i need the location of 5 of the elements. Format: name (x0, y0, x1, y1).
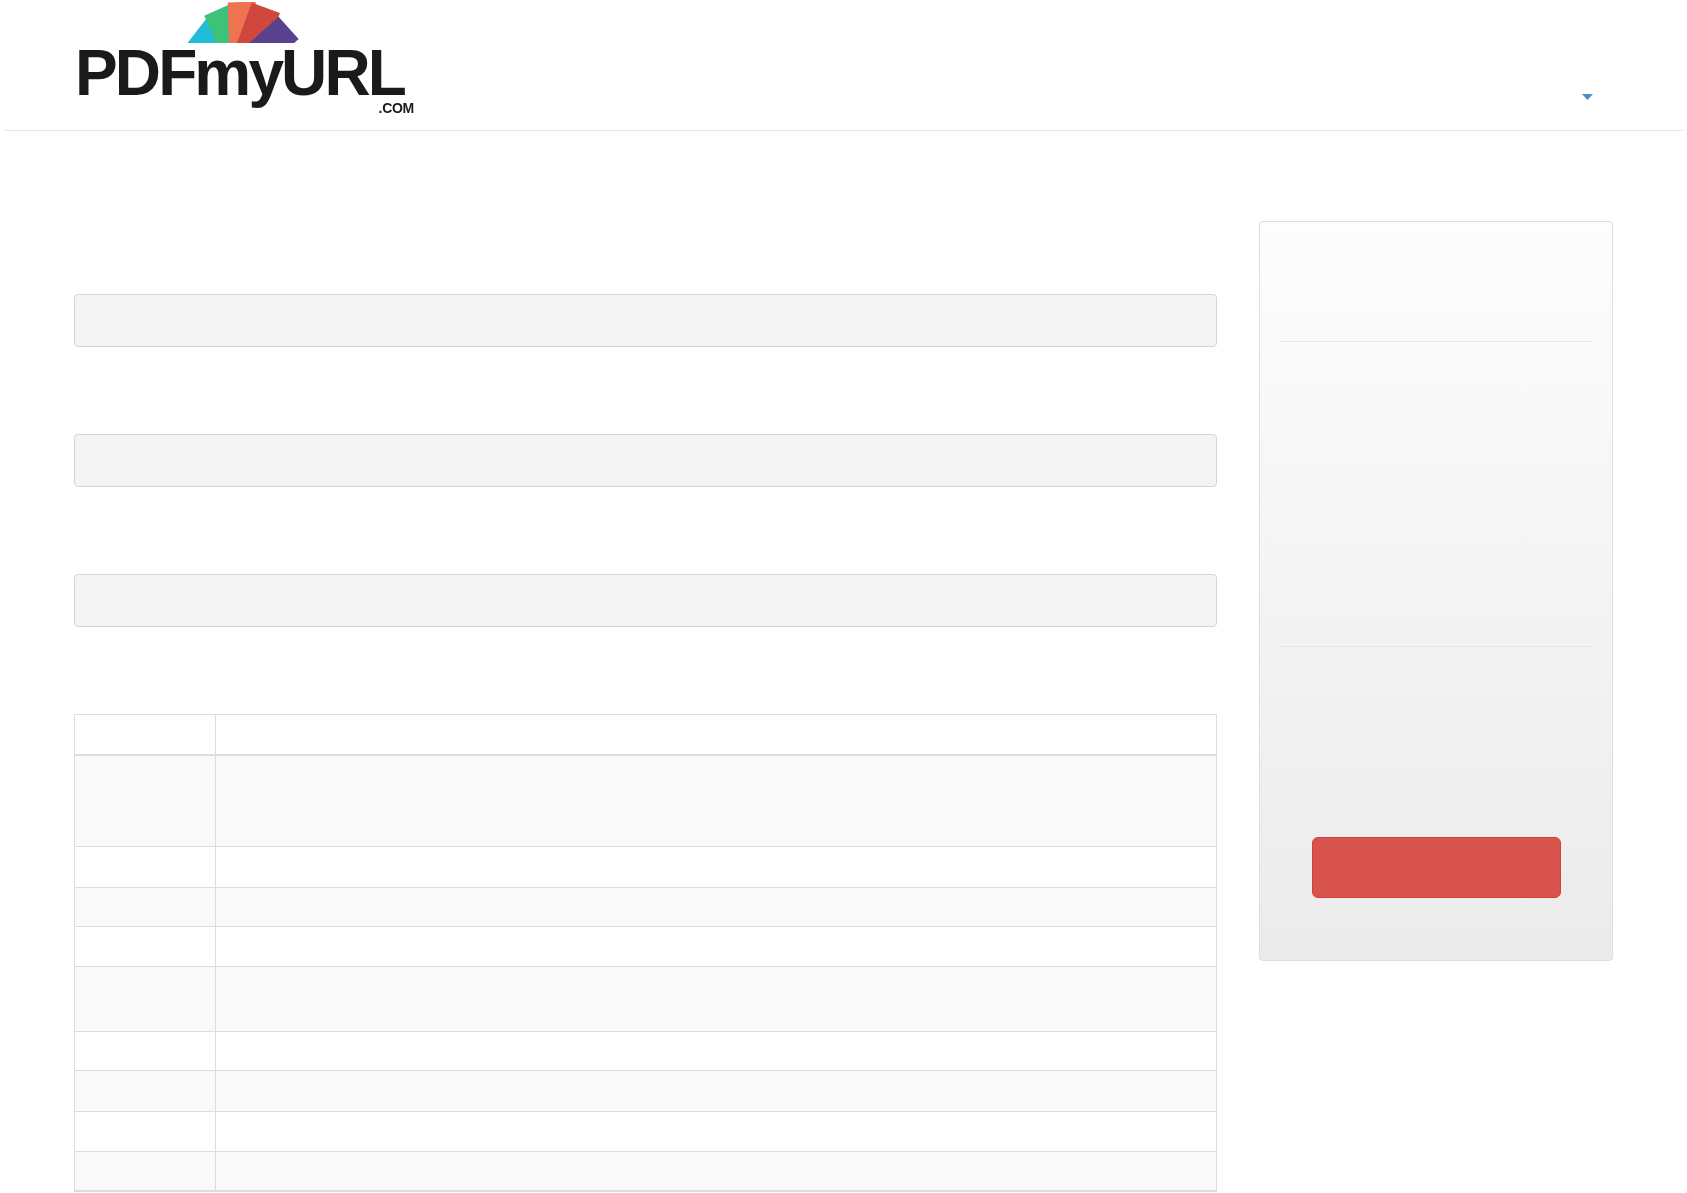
caret-icon[interactable] (1582, 94, 1593, 100)
action-button[interactable] (1311, 837, 1561, 898)
input-field[interactable] (74, 434, 1217, 487)
input-field[interactable] (74, 294, 1217, 347)
input-field[interactable] (74, 574, 1217, 627)
